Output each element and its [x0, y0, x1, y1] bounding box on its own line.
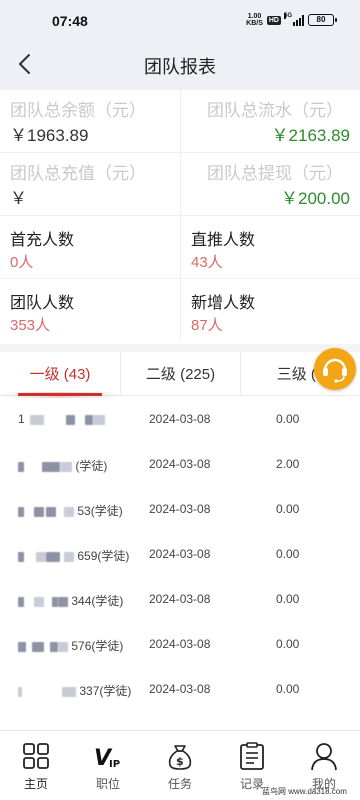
list-item[interactable]: (学徒) 2024-03-08 2.00 — [0, 441, 360, 486]
total-balance-value: ￥1963.89 — [10, 126, 89, 145]
member-name: 337(学徒) — [18, 682, 132, 698]
member-name-suffix: 344(学徒) — [71, 594, 124, 608]
direct-referral-cell: 直推人数 43人 — [180, 216, 360, 278]
nav-task-label: 任务 — [167, 777, 192, 791]
vip-icon: V IP — [94, 746, 120, 771]
join-date: 2024-03-08 — [149, 682, 211, 696]
status-icons: 1.00 KB/S HD 5G 80 — [246, 12, 337, 28]
network-speed: 1.00 KB/S — [246, 13, 263, 27]
total-recharge-value: ￥ — [10, 189, 27, 208]
join-date: 2024-03-08 — [149, 637, 211, 651]
customer-service-button[interactable] — [314, 348, 356, 390]
home-grid-icon — [23, 743, 49, 769]
member-amount: 2.00 — [276, 457, 300, 471]
member-amount: 0.00 — [276, 682, 300, 696]
list-item[interactable]: 1 2024-03-08 0.00 — [0, 396, 360, 441]
new-members-value: 87人 — [191, 317, 223, 334]
member-name-suffix: 576(学徒) — [71, 639, 124, 653]
direct-referral-value: 43人 — [191, 254, 223, 271]
signal-icon: 5G — [284, 12, 304, 26]
section-gap — [0, 344, 360, 352]
total-recharge-label: 团队总充值（元） — [10, 164, 146, 183]
member-list: 1 2024-03-08 0.00 (学徒) 2024-03-08 2.00 5… — [0, 396, 360, 711]
list-item[interactable]: 53(学徒) 2024-03-08 0.00 — [0, 486, 360, 531]
total-withdraw-cell: 团队总提现（元） ￥200.00 — [180, 153, 360, 215]
money-bag-icon: $ — [168, 745, 192, 770]
first-recharge-cell: 首充人数 0人 — [0, 216, 180, 278]
member-name: 1 — [18, 412, 106, 426]
first-recharge-value: 0人 — [10, 254, 34, 271]
join-date: 2024-03-08 — [149, 502, 211, 516]
member-name: 576(学徒) — [18, 637, 124, 653]
vip-ip-text: IP — [109, 759, 120, 770]
status-bar: 07:48 1.00 KB/S HD 5G 80 — [0, 0, 360, 38]
clipboard-icon — [240, 742, 264, 770]
member-name: 659(学徒) — [18, 547, 130, 563]
member-name-suffix: 659(学徒) — [77, 549, 130, 563]
member-amount: 0.00 — [276, 502, 300, 516]
member-name-suffix: 337(学徒) — [79, 684, 132, 698]
nav-position[interactable]: V IP 职位 — [72, 731, 144, 800]
first-recharge-label: 首充人数 — [10, 232, 75, 249]
member-amount: 0.00 — [276, 547, 300, 561]
battery-icon: 80 — [308, 14, 337, 26]
net-speed-unit: KB/S — [246, 20, 263, 27]
team-size-label: 团队人数 — [10, 295, 75, 312]
page-title: 团队报表 — [144, 57, 216, 77]
total-balance-label: 团队总余额（元） — [10, 101, 146, 120]
nav-home[interactable]: 主页 — [0, 731, 72, 800]
team-summary: 团队总余额（元） ￥1963.89 团队总流水（元） ￥2163.89 团队总充… — [0, 90, 360, 341]
total-balance-cell: 团队总余额（元） ￥1963.89 — [0, 90, 180, 152]
member-amount: 0.00 — [276, 637, 300, 651]
member-name: 53(学徒) — [18, 502, 123, 518]
user-icon — [311, 743, 337, 771]
new-members-cell: 新增人数 87人 — [180, 279, 360, 341]
team-size-value: 353人 — [10, 317, 51, 334]
join-date: 2024-03-08 — [149, 457, 211, 471]
member-amount: 0.00 — [276, 412, 300, 426]
member-name: 344(学徒) — [18, 592, 124, 608]
total-flow-cell: 团队总流水（元） ￥2163.89 — [180, 90, 360, 152]
signal-label: 5G — [284, 12, 293, 19]
tab-level-1[interactable]: 一级 (43) — [0, 352, 120, 396]
total-withdraw-label: 团队总提现（元） — [207, 164, 343, 183]
member-name-prefix: 1 — [18, 412, 25, 426]
hd-badge: HD — [266, 15, 281, 25]
new-members-label: 新增人数 — [191, 295, 256, 312]
svg-text:$: $ — [176, 755, 184, 768]
nav-task[interactable]: $ 任务 — [144, 731, 216, 800]
net-speed-value: 1.00 — [247, 13, 262, 20]
total-withdraw-value: ￥200.00 — [281, 189, 350, 208]
list-item[interactable]: 576(学徒) 2024-03-08 0.00 — [0, 621, 360, 666]
list-item[interactable]: 344(学徒) 2024-03-08 0.00 — [0, 576, 360, 621]
list-item[interactable]: 337(学徒) 2024-03-08 0.00 — [0, 666, 360, 711]
direct-referral-label: 直推人数 — [191, 232, 256, 249]
header: 团队报表 — [0, 38, 360, 90]
list-item[interactable]: 659(学徒) 2024-03-08 0.00 — [0, 531, 360, 576]
customer-service-icon — [323, 358, 347, 383]
join-date: 2024-03-08 — [149, 412, 211, 426]
member-name-suffix: (学徒) — [75, 459, 108, 473]
team-size-cell: 团队人数 353人 — [0, 279, 180, 341]
total-flow-label: 团队总流水（元） — [207, 101, 343, 120]
level-tabs: 一级 (43) 二级 (225) 三级 (8 — [0, 352, 360, 396]
join-date: 2024-03-08 — [149, 592, 211, 606]
join-date: 2024-03-08 — [149, 547, 211, 561]
tab-level-2[interactable]: 二级 (225) — [120, 352, 240, 396]
total-flow-value: ￥2163.89 — [271, 126, 350, 145]
member-amount: 0.00 — [276, 592, 300, 606]
nav-position-label: 职位 — [95, 777, 120, 791]
member-name-suffix: 53(学徒) — [77, 504, 123, 518]
watermark: 蓝鸟网 www.da318.com — [262, 787, 347, 796]
total-recharge-cell: 团队总充值（元） ￥ — [0, 153, 180, 215]
nav-home-label: 主页 — [23, 777, 48, 791]
member-name: (学徒) — [18, 457, 108, 473]
status-time: 07:48 — [52, 13, 88, 29]
